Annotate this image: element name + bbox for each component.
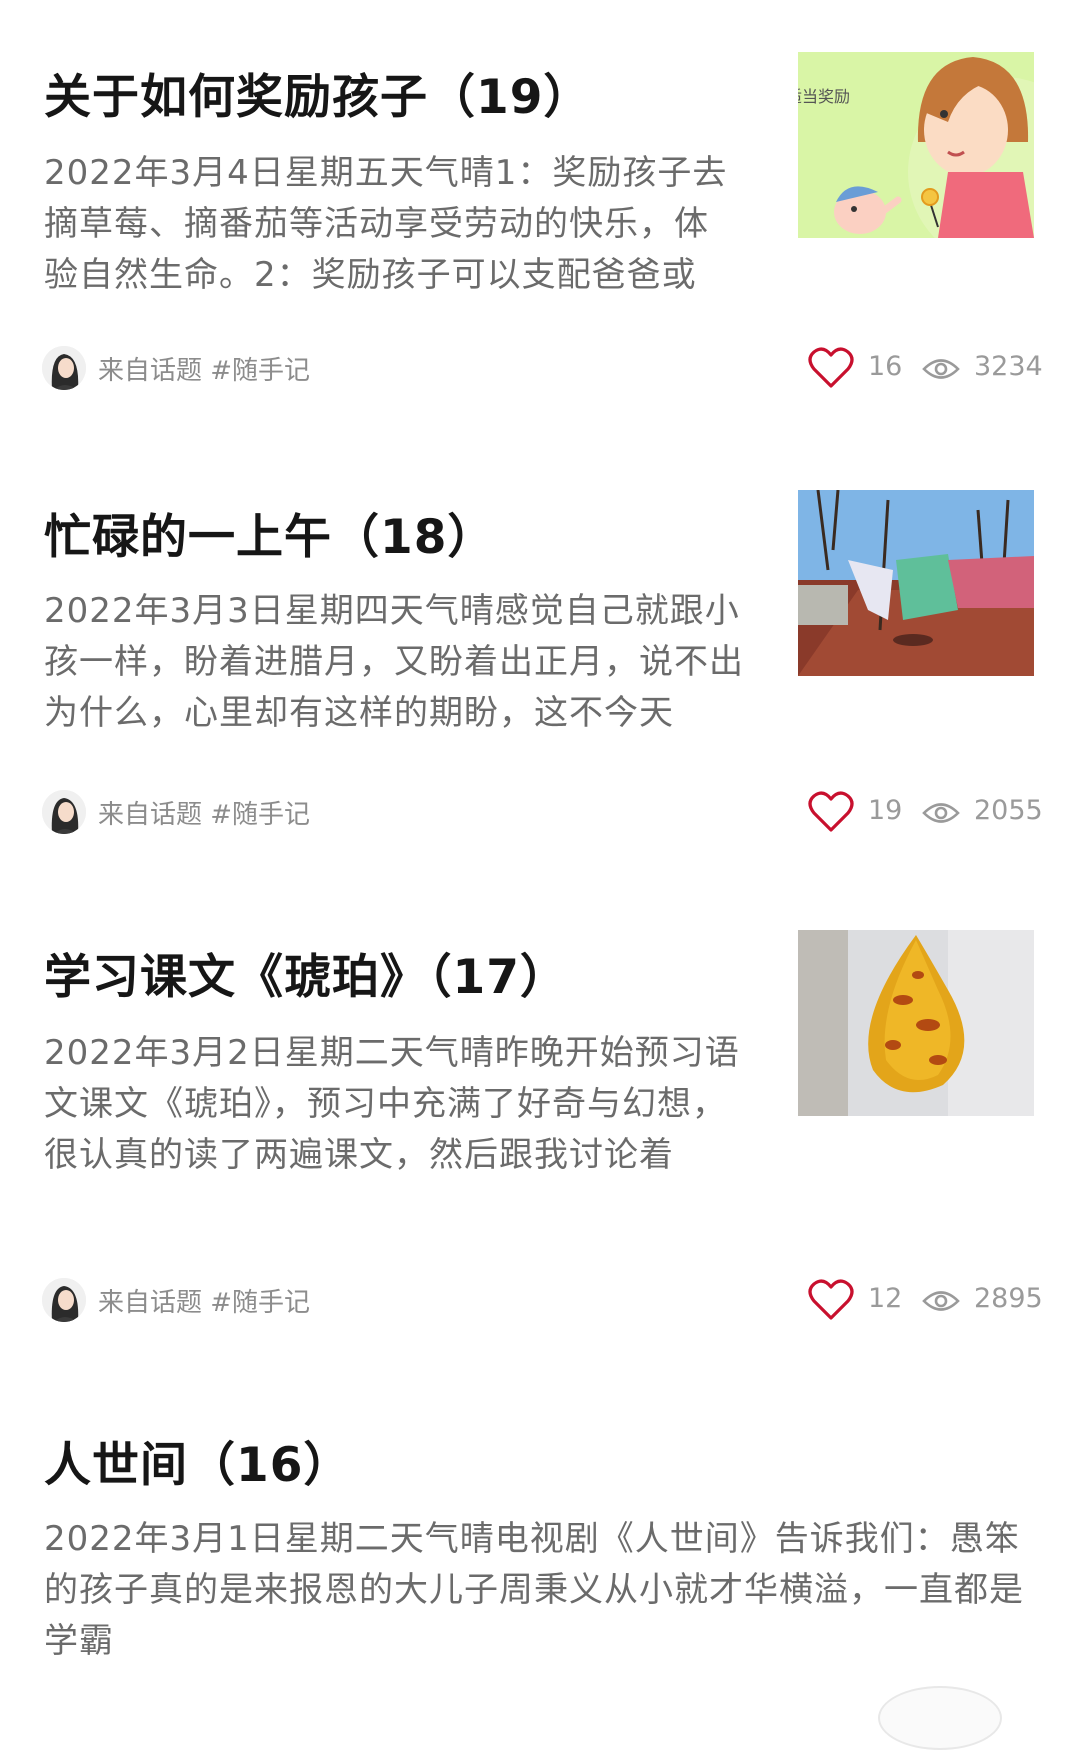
- eye-icon: [922, 359, 960, 379]
- post-card[interactable]: 学习课文《琥珀》（17） 2022年3月2日星期二天气晴昨晚开始预习语文课文《琥…: [0, 840, 1080, 1340]
- author-avatar[interactable]: [42, 790, 86, 834]
- eye-icon: [922, 1291, 960, 1311]
- post-thumbnail[interactable]: [798, 930, 1034, 1116]
- floating-action-button[interactable]: [878, 1686, 1002, 1750]
- author-avatar[interactable]: [42, 1278, 86, 1322]
- view-count: 3234: [974, 351, 1043, 382]
- post-thumbnail[interactable]: 适当奖励: [798, 52, 1034, 238]
- heart-outline-icon[interactable]: [808, 1278, 854, 1322]
- topic-source-link[interactable]: 来自话题 #随手记: [98, 1282, 310, 1319]
- post-title[interactable]: 忙碌的一上午（18）: [44, 498, 495, 567]
- thumb-caption: 适当奖励: [798, 88, 850, 106]
- view-count: 2055: [974, 795, 1043, 826]
- post-summary: 2022年3月2日星期二天气晴昨晚开始预习语文课文《琥珀》，预习中充满了好奇与幻…: [44, 1033, 740, 1175]
- avatar-image: [42, 790, 86, 834]
- view-count: 2895: [974, 1283, 1043, 1314]
- outdoor-laundry-image: [798, 490, 1034, 676]
- post-meta: 来自话题 #随手记 19 2055: [42, 790, 1043, 836]
- topic-source-link[interactable]: 来自话题 #随手记: [98, 794, 310, 831]
- author-avatar[interactable]: [42, 346, 86, 390]
- post-meta: 来自话题 #随手记 12 2895: [42, 1278, 1043, 1324]
- avatar-image: [42, 346, 86, 390]
- post-title[interactable]: 学习课文《琥珀》（17）: [44, 938, 568, 1007]
- post-title[interactable]: 人世间（16）: [44, 1426, 351, 1495]
- amber-pendant-image: [798, 930, 1034, 1116]
- topic-source-link[interactable]: 来自话题 #随手记: [98, 350, 310, 387]
- like-count: 19: [868, 795, 903, 826]
- post-meta: 来自话题 #随手记 16 3234: [42, 346, 1043, 392]
- post-summary: 2022年3月3日星期四天气晴感觉自己就跟小孩一样，盼着进腊月，又盼着出正月，说…: [44, 591, 744, 733]
- post-card[interactable]: 关于如何奖励孩子（19） 2022年3月4日星期五天气晴1：奖励孩子去摘草莓、摘…: [0, 0, 1080, 420]
- post-summary: 2022年3月4日星期五天气晴1：奖励孩子去摘草莓、摘番茄等活动享受劳动的快乐，…: [44, 153, 728, 295]
- post-title[interactable]: 关于如何奖励孩子（19）: [44, 58, 591, 127]
- cartoon-reward-image: 适当奖励: [798, 52, 1034, 238]
- post-card[interactable]: 忙碌的一上午（18） 2022年3月3日星期四天气晴感觉自己就跟小孩一样，盼着进…: [0, 420, 1080, 840]
- post-summary: 2022年3月1日星期二天气晴电视剧《人世间》告诉我们：愚笨的孩子真的是来报恩的…: [44, 1519, 1024, 1661]
- like-count: 12: [868, 1283, 903, 1314]
- heart-outline-icon[interactable]: [808, 346, 854, 390]
- post-thumbnail[interactable]: [798, 490, 1034, 676]
- avatar-image: [42, 1278, 86, 1322]
- heart-outline-icon[interactable]: [808, 790, 854, 834]
- eye-icon: [922, 803, 960, 823]
- like-count: 16: [868, 351, 903, 382]
- post-card[interactable]: 人世间（16） 2022年3月1日星期二天气晴电视剧《人世间》告诉我们：愚笨的孩…: [0, 1340, 1080, 1704]
